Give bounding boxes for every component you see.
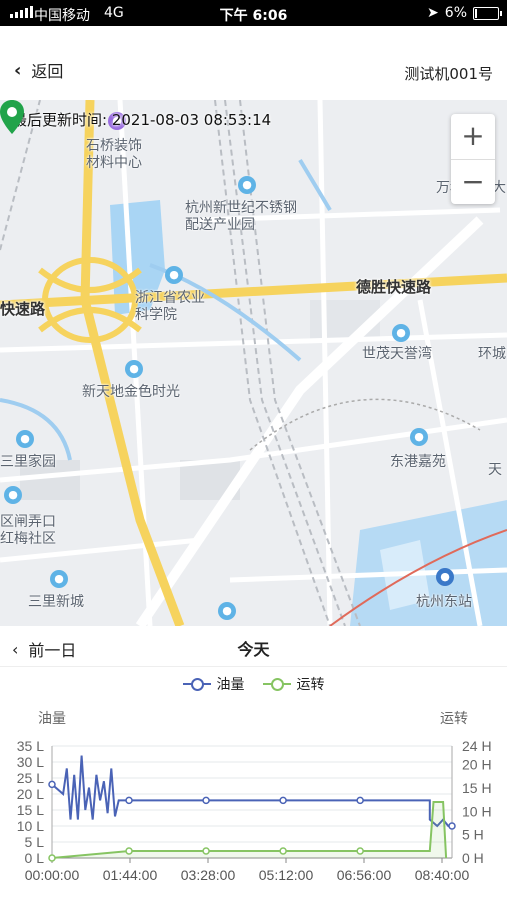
train-station-icon: ● — [436, 568, 454, 586]
chevron-left-icon: ‹ — [14, 59, 22, 81]
y-left-tick: 15 L — [17, 802, 44, 818]
legend-label-runtime: 运转 — [296, 677, 325, 693]
runtime-point — [48, 854, 56, 862]
map-label-sanlixincheng: 三里新城 — [28, 594, 84, 610]
last-update-label: 最后更新时间: — [12, 111, 108, 129]
legend-swatch-runtime — [262, 678, 291, 691]
fuel-point — [448, 822, 456, 830]
location-icon: ➤ — [427, 5, 439, 21]
road-label-expressway: 快速路 — [0, 300, 46, 318]
device-name: 测试机001号 — [404, 65, 493, 83]
legend-label-fuel: 油量 — [216, 677, 245, 693]
back-button[interactable]: ‹ 返回 — [14, 58, 63, 82]
nav-header: ‹ 返回 测试机001号 — [0, 26, 507, 100]
map-label-eaststation: 杭州东站 — [416, 594, 472, 610]
y-left-tick: 0 L — [25, 850, 45, 866]
x-tick-label: 03:28:00 — [181, 867, 236, 883]
battery-icon — [473, 7, 502, 20]
poi-icon: ● — [165, 266, 183, 284]
poi-icon: ● — [50, 570, 68, 588]
y-right-tick: 15 H — [462, 780, 492, 796]
map-label-xintiandi: 新天地金色时光 — [82, 384, 180, 400]
map-view[interactable]: ● 石桥装饰 材料中心 ● 杭州新世纪不锈钢 配送产业园 ● 浙江省农业 科学院… — [0, 100, 507, 626]
y-right-tick: 24 H — [462, 738, 492, 754]
map-label-steel: 杭州新世纪不锈钢 配送产业园 — [185, 200, 297, 233]
road-label-desheng: 德胜快速路 — [356, 278, 432, 296]
poi-icon: ● — [410, 428, 428, 446]
legend-swatch-fuel — [182, 678, 211, 691]
y-left-tick: 5 L — [25, 834, 45, 850]
zoom-in-button[interactable]: + — [451, 114, 495, 159]
y-left-tick: 30 L — [17, 754, 44, 770]
poi-icon: ● — [392, 324, 410, 342]
y-left-tick: 20 L — [17, 786, 44, 802]
y-right-tick: 20 H — [462, 757, 492, 773]
chart-legend: 油量 运转 — [0, 674, 507, 694]
map-label-zhanong: 区闸弄口 红梅社区 — [0, 514, 56, 547]
x-tick-label: 00:00:00 — [25, 867, 80, 883]
x-tick-label: 06:56:00 — [337, 867, 392, 883]
poi-icon: ● — [4, 486, 22, 504]
back-label: 返回 — [31, 62, 64, 81]
fuel-runtime-chart: 0 L5 L10 L15 L20 L25 L30 L35 L 0 H 5 H 10 H… — [17, 738, 492, 883]
location-pin-icon[interactable] — [0, 100, 24, 134]
y-right-tick: 5 H — [462, 827, 484, 843]
runtime-point — [125, 847, 133, 855]
y-left-tick: 25 L — [17, 770, 44, 786]
runtime-point — [202, 847, 210, 855]
poi-icon: ● — [218, 602, 236, 620]
map-label-maoshi: 世茂天誉湾 — [362, 346, 432, 362]
fuel-point — [279, 796, 287, 805]
current-day-label: 今天 — [237, 640, 270, 659]
y-left-tick: 10 L — [17, 818, 44, 834]
poi-icon: ● — [16, 430, 34, 448]
map-label-shiqiao: 石桥装饰 材料中心 — [86, 138, 142, 171]
poi-icon: ● — [125, 360, 143, 378]
map-label-huancheng: 环城 — [478, 346, 506, 362]
legend-item-runtime[interactable]: 运转 — [262, 674, 325, 694]
map-label-sanlijiayuan: 三里家园 — [0, 454, 56, 470]
zoom-control: + − — [451, 114, 495, 204]
series-line-fuel — [51, 755, 452, 828]
x-tick-label: 05:12:00 — [259, 867, 314, 883]
day-navigator: ‹ 前一日 今天 — [0, 626, 507, 667]
map-label-agri: 浙江省农业 科学院 — [135, 290, 205, 323]
map-label-tian: 天 — [488, 462, 502, 478]
x-tick-label: 01:44:00 — [103, 867, 158, 883]
fuel-point — [125, 796, 133, 805]
status-bar: 中国移动 4G 下午 6:06 ➤ 6% — [0, 0, 507, 26]
y-left-tick: 35 L — [17, 738, 44, 754]
y-right-tick: 0 H — [462, 850, 484, 866]
last-update: 最后更新时间: 2021-08-03 08:53:14 — [12, 109, 271, 130]
chart-panel: ‹ 前一日 今天 油量 运转 油量 运转 0 L5 L 10 L 15 L 20 L2… — [0, 626, 507, 900]
runtime-point — [356, 847, 364, 855]
fuel-point — [202, 796, 210, 805]
map-label-donggang: 东港嘉苑 — [390, 454, 446, 470]
legend-item-fuel[interactable]: 油量 — [182, 674, 245, 694]
y-right-tick: 10 H — [462, 803, 492, 819]
poi-icon: ● — [238, 176, 256, 194]
battery-percent: 6% — [444, 5, 467, 21]
zoom-out-button[interactable]: − — [451, 159, 495, 205]
fuel-point — [356, 796, 364, 805]
runtime-point — [279, 847, 287, 855]
last-update-value: 2021-08-03 08:53:14 — [111, 111, 272, 129]
x-tick-label: 08:40:00 — [415, 867, 470, 883]
fuel-point — [48, 780, 56, 789]
